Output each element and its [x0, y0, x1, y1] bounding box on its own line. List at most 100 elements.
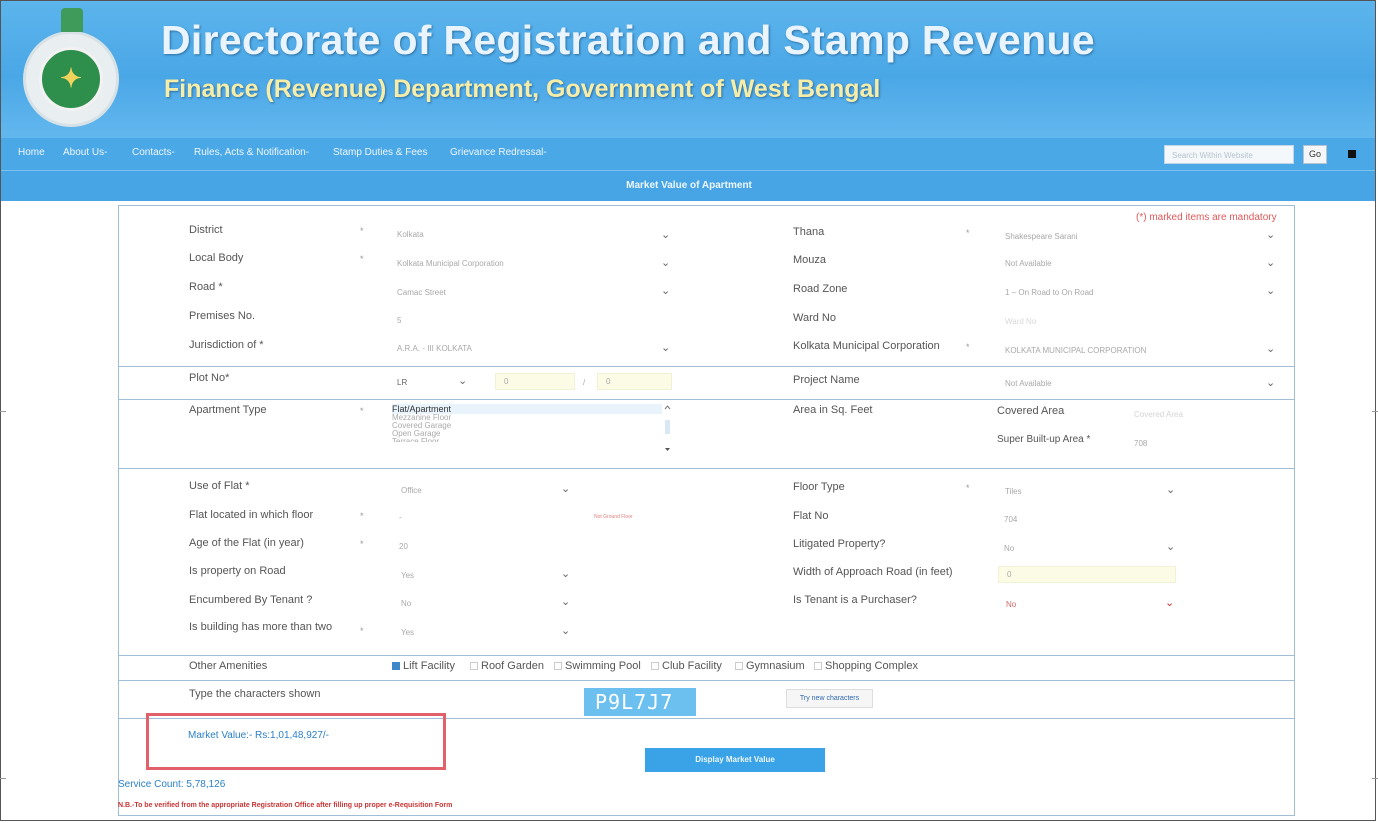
captcha-image: P9L7J7 [584, 688, 696, 716]
roof-garden-label[interactable]: Roof Garden [481, 660, 544, 672]
age-input[interactable]: 20 [399, 542, 408, 551]
use-of-flat-label: Use of Flat * [189, 480, 250, 492]
district-select[interactable]: Kolkata [397, 230, 424, 239]
try-new-characters-button[interactable]: Try new characters [786, 689, 873, 708]
required-star: * [360, 539, 364, 549]
list-item[interactable]: Terrace Floor [392, 438, 672, 442]
service-count: Service Count: 5,78,126 [118, 779, 226, 790]
district-label: District [189, 224, 223, 236]
litigated-select[interactable]: No [1004, 544, 1014, 553]
search-go-button[interactable]: Go [1303, 145, 1327, 164]
flat-floor-input[interactable]: - [399, 513, 402, 522]
main-nav: Home About Us- Contacts- Rules, Acts & N… [1, 138, 1375, 170]
chevron-down-icon[interactable]: ⌄ [1166, 483, 1175, 496]
approach-road-input[interactable]: 0 [998, 566, 1176, 583]
chevron-down-icon[interactable]: ⌄ [1166, 540, 1175, 553]
required-star: * [966, 483, 970, 493]
list-item[interactable]: Open Garage [392, 430, 672, 438]
roof-garden-checkbox[interactable] [470, 662, 478, 670]
chevron-down-icon[interactable]: ⌄ [661, 284, 670, 297]
required-star: * [360, 626, 364, 636]
chevron-down-icon[interactable]: ⌄ [1165, 596, 1174, 609]
premises-no-input[interactable]: 5 [397, 316, 401, 325]
captcha-label: Type the characters shown [189, 688, 321, 700]
road-zone-select[interactable]: 1 – On Road to On Road [1005, 288, 1094, 297]
site-title: Directorate of Registration and Stamp Re… [161, 17, 1095, 63]
plot-sub-no-input[interactable]: 0 [597, 373, 672, 390]
approach-road-label: Width of Approach Road (in feet) [793, 566, 953, 578]
site-search-input[interactable]: Search Within Website [1164, 145, 1294, 164]
menu-square-icon[interactable] [1348, 150, 1356, 158]
flat-no-input[interactable]: 704 [1004, 515, 1017, 524]
swimming-pool-label[interactable]: Swimming Pool [565, 660, 641, 672]
super-built-up-input[interactable]: 708 [1134, 439, 1147, 448]
chevron-down-icon[interactable]: ⌄ [1266, 342, 1275, 355]
ward-no-label: Ward No [793, 312, 836, 324]
project-name-select[interactable]: Not Available [1005, 379, 1052, 388]
swimming-pool-checkbox[interactable] [554, 662, 562, 670]
nav-item-rules[interactable]: Rules, Acts & Notification- [194, 147, 309, 158]
ward-no-input[interactable]: Ward No [1005, 317, 1036, 326]
market-value-result: Market Value:- Rs:1,01,48,927/- [188, 730, 329, 741]
jurisdiction-select[interactable]: A.R.A. - III KOLKATA [397, 344, 472, 353]
mouza-select[interactable]: Not Available [1005, 259, 1052, 268]
floor-type-select[interactable]: Tiles [1005, 487, 1022, 496]
age-label: Age of the Flat (in year) [189, 537, 304, 549]
chevron-down-icon[interactable]: ⌄ [561, 482, 570, 495]
required-star: * [360, 406, 364, 416]
chevron-down-icon[interactable]: ⌄ [1266, 228, 1275, 241]
chevron-down-icon[interactable]: ⌄ [1266, 376, 1275, 389]
kmc-select[interactable]: KOLKATA MUNICIPAL CORPORATION [1005, 346, 1146, 355]
flat-no-label: Flat No [793, 510, 829, 522]
litigated-label: Litigated Property? [793, 538, 886, 550]
covered-area-input[interactable]: Covered Area [1134, 410, 1183, 419]
road-label: Road * [189, 281, 223, 293]
chevron-down-icon[interactable]: ⌄ [1266, 256, 1275, 269]
nav-item-home[interactable]: Home [18, 147, 45, 158]
emblem-inner: ✦ [39, 47, 103, 111]
divider [118, 680, 1295, 681]
gymnasium-checkbox[interactable] [735, 662, 743, 670]
thana-select[interactable]: Shakespeare Sarani [1005, 232, 1078, 241]
chevron-down-icon[interactable]: ⌄ [661, 341, 670, 354]
lift-facility-checkbox[interactable] [392, 662, 400, 670]
two-floors-select[interactable]: Yes [401, 628, 414, 637]
display-market-value-button[interactable]: Display Market Value [645, 748, 825, 772]
chevron-down-icon[interactable]: ⌄ [561, 567, 570, 580]
nav-item-grievance[interactable]: Grievance Redressal- [450, 147, 547, 158]
required-star: * [360, 254, 364, 264]
shopping-complex-checkbox[interactable] [814, 662, 822, 670]
plot-no-input[interactable]: 0 [495, 373, 575, 390]
tenant-purchaser-select[interactable]: No [1006, 600, 1016, 609]
project-name-label: Project Name [793, 374, 860, 386]
emblem-glyph-icon: ✦ [60, 63, 82, 93]
shopping-complex-label[interactable]: Shopping Complex [825, 660, 918, 672]
on-road-label: Is property on Road [189, 565, 286, 577]
chevron-down-icon[interactable]: ⌄ [1266, 284, 1275, 297]
use-of-flat-select[interactable]: Office [401, 486, 422, 495]
chevron-down-icon[interactable]: ⌄ [561, 595, 570, 608]
edge-tick [1372, 411, 1378, 412]
nav-item-stamp-duties[interactable]: Stamp Duties & Fees [333, 147, 427, 158]
road-select[interactable]: Camac Street [397, 288, 446, 297]
required-star: * [360, 226, 364, 236]
site-subtitle: Finance (Revenue) Department, Government… [164, 75, 881, 103]
club-facility-checkbox[interactable] [651, 662, 659, 670]
apartment-type-listbox[interactable]: Flat/Apartment Mezzanine Floor Covered G… [392, 404, 672, 456]
gymnasium-label[interactable]: Gymnasium [746, 660, 805, 672]
chevron-down-icon[interactable]: ⌄ [561, 624, 570, 637]
chevron-down-icon[interactable]: ⌄ [458, 374, 467, 387]
listbox-scrollbar[interactable] [663, 404, 672, 454]
encumbered-select[interactable]: No [401, 599, 411, 608]
edge-tick [1372, 778, 1378, 779]
chevron-down-icon[interactable]: ⌄ [661, 228, 670, 241]
on-road-select[interactable]: Yes [401, 571, 414, 580]
club-facility-label[interactable]: Club Facility [662, 660, 722, 672]
plot-type-select[interactable]: LR [397, 378, 407, 387]
nav-item-about[interactable]: About Us- [63, 147, 107, 158]
local-body-select[interactable]: Kolkata Municipal Corporation [397, 259, 504, 268]
required-star: * [966, 342, 970, 352]
nav-item-contacts[interactable]: Contacts- [132, 147, 175, 158]
chevron-down-icon[interactable]: ⌄ [661, 256, 670, 269]
lift-facility-label[interactable]: Lift Facility [403, 660, 455, 672]
